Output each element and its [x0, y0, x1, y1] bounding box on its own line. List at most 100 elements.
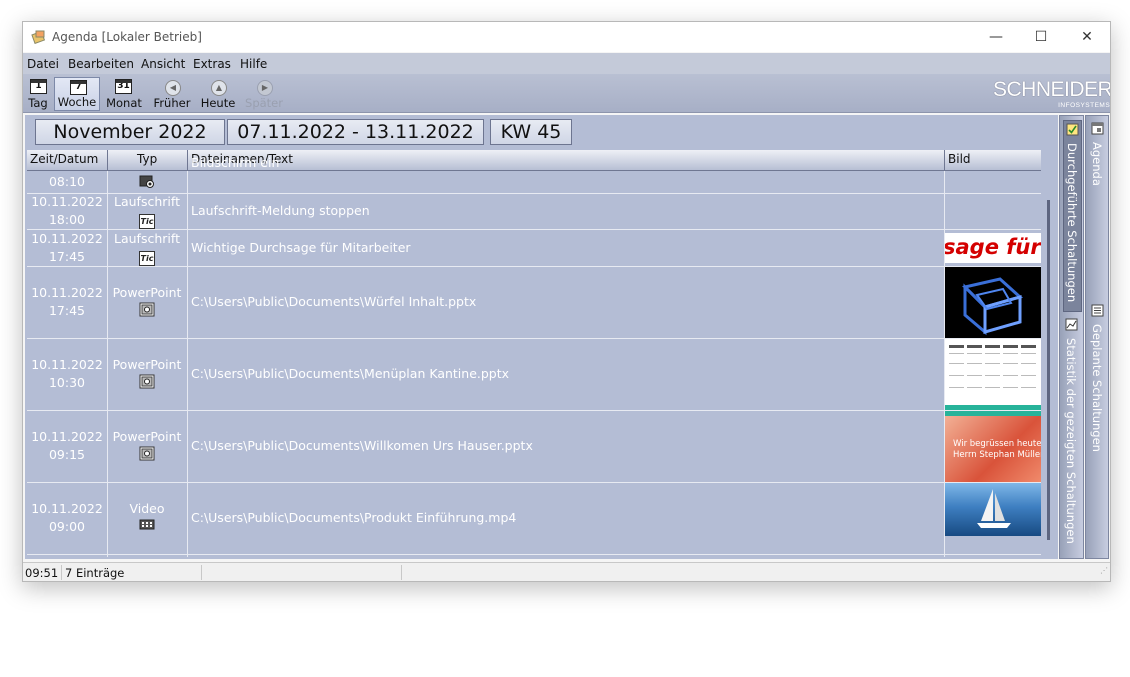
row-type: PowerPoint — [112, 357, 182, 372]
calendar-day-icon: 1 — [30, 79, 47, 94]
ticker-icon: Tic — [139, 251, 155, 266]
row-date-cell: 10.11.2022 10:30 — [27, 356, 107, 392]
status-separator — [401, 565, 402, 580]
thumbnail-line-2: Herrn Stephan Müller — [953, 450, 1041, 460]
powerpoint-icon — [139, 302, 155, 317]
row-type-cell — [107, 174, 187, 193]
row-type-cell: Video — [107, 500, 187, 536]
logo-sub-text: INFOSYSTEMS — [1058, 102, 1111, 109]
status-bar: 09:51 7 Einträge ⋰ — [23, 562, 1110, 581]
earlier-label: Früher — [153, 96, 191, 110]
row-time: 09:00 — [48, 519, 86, 534]
row-type: Laufschrift — [114, 231, 180, 246]
check-icon — [1066, 123, 1079, 136]
week-view-button[interactable]: 7 Woche — [54, 77, 100, 111]
menu-hilfe[interactable]: Hilfe — [240, 57, 267, 71]
screen-icon — [139, 175, 154, 188]
calendar-week-icon: 7 — [70, 80, 87, 95]
tab-label-statistik: Statistik der gezeigten Schaltungen — [1064, 338, 1078, 544]
later-button[interactable]: ▶ Später — [243, 77, 285, 111]
resize-grip-icon[interactable]: ⋰ — [1100, 566, 1108, 580]
menu-bearbeiten[interactable]: Bearbeiten — [68, 57, 134, 71]
today-label: Heute — [200, 96, 236, 110]
window-title: Agenda [Lokaler Betrieb] — [52, 30, 202, 44]
week-view-label: Woche — [57, 95, 97, 109]
table-row[interactable]: 10.11.2022 18:00 Laufschrift Tic Laufsch… — [27, 193, 1041, 230]
ticker-icon: Tic — [139, 214, 155, 229]
row-text: C:\Users\Public\Documents\Menüplan Kanti… — [191, 366, 510, 381]
toolbar: 1 Tag 7 Woche 31 Monat ◀ Früher ▲ Heute … — [23, 74, 1110, 113]
date-bar: November 2022 07.11.2022 - 13.11.2022 KW… — [25, 115, 1058, 149]
table-row[interactable]: 08:10 Bildschirm ein — [27, 155, 1041, 194]
row-type: Laufschrift — [114, 194, 180, 209]
week-number-display: KW 45 — [490, 119, 572, 145]
table-row[interactable]: 10.11.2022 09:15 PowerPoint C:\Users\Pub… — [27, 411, 1041, 483]
row-date-cell: 10.11.2022 17:45 — [27, 284, 107, 320]
table-row[interactable]: 10.11.2022 10:30 PowerPoint C:\Users\Pub… — [27, 339, 1041, 411]
video-icon — [139, 519, 155, 530]
row-date-cell: 10.11.2022 18:00 — [27, 193, 107, 229]
status-separator — [201, 565, 202, 580]
arrow-left-icon: ◀ — [165, 80, 181, 96]
row-time: 18:00 — [48, 212, 86, 227]
scrollbar-thumb[interactable] — [1047, 200, 1050, 540]
month-view-label: Monat — [106, 96, 142, 110]
later-label: Später — [245, 96, 283, 110]
row-text: C:\Users\Public\Documents\Willkomen Urs … — [191, 438, 533, 453]
tab-label-agenda: Agenda — [1090, 142, 1104, 186]
row-date: 10.11.2022 — [31, 285, 103, 300]
tab-geplante-schaltungen[interactable]: Geplante Schaltungen — [1089, 302, 1106, 462]
statistics-icon — [1065, 318, 1078, 331]
row-type-cell: Laufschrift Tic — [107, 193, 187, 229]
status-separator — [61, 565, 62, 580]
row-time: 17:45 — [48, 303, 86, 318]
thumbnail-video — [945, 483, 1041, 536]
minimize-button[interactable]: — — [973, 22, 1019, 52]
thumbnail-header-strip — [945, 411, 1041, 416]
thumbnail-cube — [945, 267, 1041, 338]
arrow-right-icon: ▶ — [257, 80, 273, 96]
row-date-cell: 10.11.2022 09:15 — [27, 428, 107, 464]
row-text: Laufschrift-Meldung stoppen — [191, 203, 370, 218]
sailboat-image — [977, 489, 1011, 528]
thumbnail-line-1: Wir begrüssen heute — [953, 439, 1041, 449]
earlier-button[interactable]: ◀ Früher — [151, 77, 193, 111]
close-button[interactable]: ✕ — [1064, 22, 1110, 52]
row-date: 10.11.2022 — [31, 501, 103, 516]
row-type: Video — [129, 501, 165, 516]
tab-statistik[interactable]: Statistik der gezeigten Schaltungen — [1063, 316, 1080, 546]
vertical-scrollbar[interactable] — [1043, 150, 1056, 557]
calendar-month-icon: 31 — [115, 79, 132, 94]
row-time: 09:15 — [48, 447, 86, 462]
row-type: PowerPoint — [112, 285, 182, 300]
thumbnail-text: sage für — [945, 235, 1041, 259]
row-text: Bildschirm ein — [191, 155, 280, 170]
title-bar: Agenda [Lokaler Betrieb] — ☐ ✕ — [23, 22, 1110, 52]
row-type-cell: PowerPoint — [107, 428, 187, 466]
row-type-cell: PowerPoint — [107, 284, 187, 322]
today-button[interactable]: ▲ Heute — [199, 77, 237, 111]
thumbnail-ticker: sage für — [945, 233, 1041, 263]
agenda-table: Zeit/Datum Typ Dateinamen/Text Bild 08:1… — [27, 150, 1041, 557]
status-time: 09:51 — [25, 566, 59, 580]
tab-durchgefuehrte-schaltungen[interactable]: Durchgeführte Schaltungen — [1063, 120, 1082, 312]
menu-datei[interactable]: Datei — [27, 57, 59, 71]
row-date: 10.11.2022 — [31, 231, 103, 246]
table-row[interactable]: 10.11.2022 09:00 Video C:\Users\Public\D… — [27, 483, 1041, 555]
row-text: C:\Users\Public\Documents\Produkt Einfüh… — [191, 510, 517, 525]
day-view-button[interactable]: 1 Tag — [25, 77, 51, 111]
table-row[interactable]: 10.11.2022 17:45 Laufschrift Tic Wichtig… — [27, 230, 1041, 267]
arrow-up-icon: ▲ — [211, 80, 227, 96]
powerpoint-icon — [139, 374, 155, 389]
table-row[interactable]: 10.11.2022 17:45 PowerPoint C:\Users\Pub… — [27, 267, 1041, 339]
app-window: Agenda [Lokaler Betrieb] — ☐ ✕ Datei Bea… — [22, 21, 1111, 582]
tab-agenda[interactable]: Agenda — [1089, 120, 1106, 296]
menu-plan-image — [945, 345, 1041, 410]
menu-ansicht[interactable]: Ansicht — [141, 57, 185, 71]
maximize-button[interactable]: ☐ — [1018, 22, 1064, 52]
menu-extras[interactable]: Extras — [193, 57, 231, 71]
month-view-button[interactable]: 31 Monat — [103, 77, 145, 111]
logo-main-text: SCHNEIDER — [993, 78, 1111, 101]
month-display: November 2022 — [35, 119, 225, 145]
row-date: 10.11.2022 — [31, 429, 103, 444]
